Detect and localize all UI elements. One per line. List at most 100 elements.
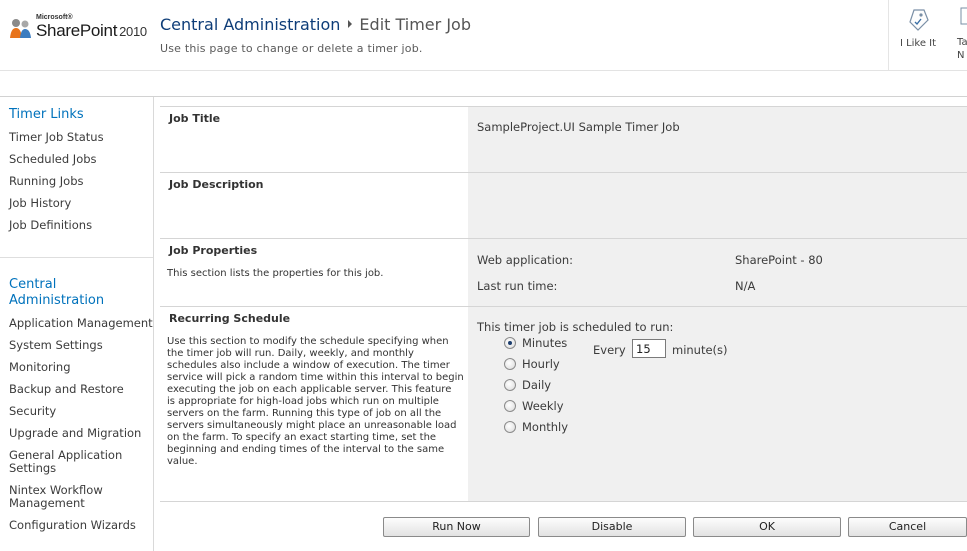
web-application-label: Web application: — [477, 253, 574, 267]
radio-option-monthly[interactable]: Monthly — [504, 419, 568, 435]
breadcrumb-arrow-icon — [348, 20, 353, 28]
form-bottom-divider — [160, 501, 967, 502]
i-like-it-button[interactable]: I Like It — [897, 6, 939, 49]
recurring-schedule-section: Recurring Schedule Use this section to m… — [160, 306, 967, 501]
nav-item-security[interactable]: Security — [0, 405, 56, 418]
desc-line: servers on the farm. Running this type o… — [167, 408, 442, 419]
desc-line: beginning and ending times of the interv… — [167, 444, 445, 455]
breadcrumb: Central Administration Edit Timer Job — [160, 15, 471, 34]
run-now-button[interactable]: Run Now — [383, 517, 530, 537]
job-description-value-cell — [468, 173, 967, 238]
radio-hourly[interactable] — [504, 358, 516, 370]
ok-button[interactable]: OK — [693, 517, 841, 537]
radio-monthly[interactable] — [504, 421, 516, 433]
desc-line: is appropriate for high-load jobs which … — [167, 396, 439, 407]
desc-line: servers simultaneously might place an un… — [167, 420, 457, 431]
nav-item-system-settings[interactable]: System Settings — [0, 339, 103, 352]
nav-heading-line2: Administration — [9, 293, 105, 308]
job-properties-section: Job Properties This section lists the pr… — [160, 238, 967, 306]
nav-item-general-application-settings[interactable]: General Application Settings — [0, 449, 122, 475]
last-run-time-label: Last run time: — [477, 279, 558, 293]
every-label: Every — [593, 343, 626, 357]
nintex-line2: Management — [9, 496, 85, 510]
radio-option-minutes[interactable]: Minutes — [504, 335, 567, 351]
nav-item-scheduled-jobs[interactable]: Scheduled Jobs — [0, 153, 97, 166]
job-title-value: SampleProject.UI Sample Timer Job — [477, 120, 680, 134]
desc-line: service will pick a random time within t… — [167, 372, 464, 383]
desc-line: Use this section to modify the schedule … — [167, 336, 449, 347]
nav-heading-timer-links[interactable]: Timer Links — [0, 107, 84, 123]
last-run-time-value: N/A — [735, 279, 756, 293]
nav-item-application-management[interactable]: Application Management — [0, 317, 153, 330]
tags-label-line2: N — [957, 50, 965, 61]
job-title-label-cell: Job Title — [160, 107, 468, 172]
sharepoint-people-icon — [10, 19, 31, 38]
disable-button[interactable]: Disable — [538, 517, 686, 537]
radio-option-daily[interactable]: Daily — [504, 377, 551, 393]
tags-notes-button[interactable]: Ta N — [957, 6, 967, 62]
quick-launch: Timer Links Timer Job Status Scheduled J… — [0, 97, 154, 551]
nav-item-configuration-wizards[interactable]: Configuration Wizards — [0, 519, 136, 532]
radio-option-hourly[interactable]: Hourly — [504, 356, 560, 372]
nav-item-monitoring[interactable]: Monitoring — [0, 361, 71, 374]
scheduled-to-run-label: This timer job is scheduled to run: — [477, 320, 674, 334]
radio-weekly[interactable] — [504, 400, 516, 412]
radio-label-monthly: Monthly — [522, 420, 569, 434]
recurring-schedule-value-cell: This timer job is scheduled to run: Minu… — [468, 307, 967, 501]
tags-label-line1: Ta — [957, 37, 967, 48]
recurring-schedule-label-cell: Recurring Schedule Use this section to m… — [160, 307, 468, 501]
page-title: Edit Timer Job — [359, 15, 471, 34]
page-header: Microsoft® SharePoint 2010 Central Admini… — [0, 0, 967, 71]
nav-item-backup-and-restore[interactable]: Backup and Restore — [0, 383, 124, 396]
breadcrumb-central-administration[interactable]: Central Administration — [160, 15, 340, 34]
general-line1: General Application — [9, 448, 123, 462]
recurring-schedule-heading: Recurring Schedule — [169, 312, 291, 325]
general-line2: Settings — [9, 461, 57, 475]
radio-label-daily: Daily — [522, 378, 552, 392]
every-unit-label: minute(s) — [672, 343, 728, 357]
nav-item-job-history[interactable]: Job History — [0, 197, 71, 210]
job-title-heading: Job Title — [169, 112, 221, 125]
radio-label-weekly: Weekly — [522, 399, 564, 413]
sharepoint-logo[interactable]: Microsoft® SharePoint 2010 — [8, 12, 154, 46]
nav-item-upgrade-and-migration[interactable]: Upgrade and Migration — [0, 427, 141, 440]
nav-item-running-jobs[interactable]: Running Jobs — [0, 175, 84, 188]
nav-item-nintex-workflow-management[interactable]: Nintex Workflow Management — [0, 484, 103, 510]
radio-minutes[interactable] — [504, 337, 516, 349]
desc-line: schedules also include a window of execu… — [167, 360, 450, 371]
nav-item-timer-job-status[interactable]: Timer Job Status — [0, 131, 104, 144]
ribbon-bar — [0, 71, 967, 97]
product-year: 2010 — [119, 24, 147, 39]
main-content: Job Title SampleProject.UI Sample Timer … — [160, 97, 967, 551]
job-description-section: Job Description — [160, 172, 967, 238]
every-minutes-input[interactable] — [632, 339, 666, 358]
nav-divider — [0, 257, 153, 258]
product-label: SharePoint — [36, 21, 118, 40]
tag-icon — [909, 9, 929, 31]
desc-line: executing the job on each applicable ser… — [167, 384, 452, 395]
desc-line: on the farm. To specify an exact startin… — [167, 432, 437, 443]
title-block: Central Administration Edit Timer Job Use… — [160, 15, 471, 55]
nav-heading-central-administration[interactable]: Central Administration — [0, 277, 104, 309]
radio-option-weekly[interactable]: Weekly — [504, 398, 564, 414]
job-title-section: Job Title SampleProject.UI Sample Timer … — [160, 106, 967, 172]
i-like-it-label: I Like It — [899, 38, 937, 49]
job-description-label-cell: Job Description — [160, 173, 468, 238]
job-properties-description: This section lists the properties for th… — [167, 268, 384, 279]
job-title-value-cell: SampleProject.UI Sample Timer Job — [468, 107, 967, 172]
note-icon — [960, 7, 967, 25]
radio-label-hourly: Hourly — [522, 357, 560, 371]
social-toolbar: I Like It Ta N — [888, 0, 967, 70]
desc-line: value. — [167, 456, 198, 467]
desc-line: the timer job will run. Daily, weekly, a… — [167, 348, 414, 359]
radio-daily[interactable] — [504, 379, 516, 391]
job-description-heading: Job Description — [169, 178, 264, 191]
nav-item-job-definitions[interactable]: Job Definitions — [0, 219, 92, 232]
web-application-value: SharePoint - 80 — [735, 253, 823, 267]
microsoft-label: Microsoft® — [36, 14, 73, 21]
nintex-line1: Nintex Workflow — [9, 483, 103, 497]
cancel-button[interactable]: Cancel — [848, 517, 967, 537]
recurring-schedule-description: Use this section to modify the schedule … — [167, 336, 464, 468]
job-properties-heading: Job Properties — [169, 244, 258, 257]
nav-heading-line1: Central — [9, 277, 57, 292]
